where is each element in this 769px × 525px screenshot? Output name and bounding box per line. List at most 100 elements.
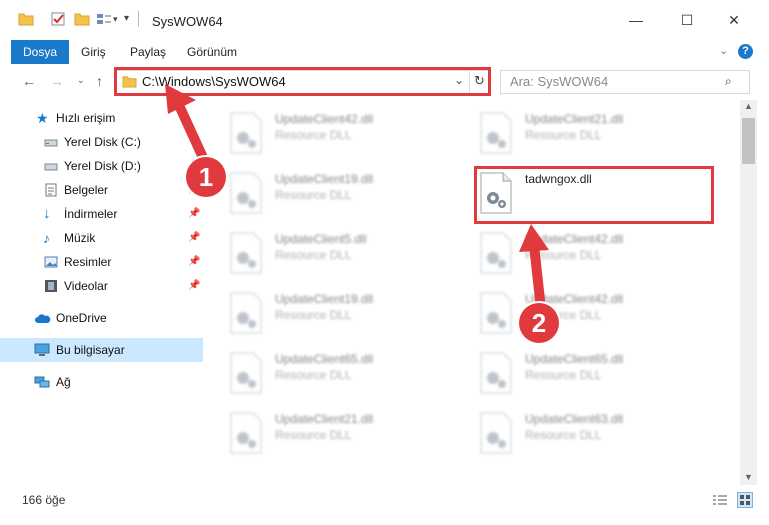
maximize-button[interactable]: ☐: [673, 6, 701, 34]
sidebar-item-documents[interactable]: Belgeler 📌: [0, 178, 203, 202]
pictures-icon: [44, 256, 58, 268]
drive-icon: [44, 139, 58, 147]
step-badge-1: 1: [186, 157, 226, 197]
tab-home[interactable]: Giriş: [81, 40, 106, 64]
file-description: Resource DLL: [525, 428, 602, 442]
close-button[interactable]: ✕: [720, 6, 748, 34]
file-description: Resource DLL: [275, 308, 352, 322]
item-count: 166 öğe: [22, 493, 66, 507]
file-description: Resource DLL: [525, 248, 602, 262]
file-item[interactable]: UpdateClient42.dll Resource DLL: [479, 230, 719, 284]
search-box[interactable]: Ara: SysWOW64 ⌕: [500, 70, 750, 94]
vertical-scrollbar[interactable]: ▲ ▼: [740, 100, 757, 485]
file-description: Resource DLL: [275, 188, 352, 202]
sidebar-item-videos[interactable]: Videolar 📌: [0, 274, 203, 298]
sidebar-item-this-pc[interactable]: Bu bilgisayar: [0, 338, 203, 362]
file-description: Resource DLL: [525, 368, 602, 382]
file-name: UpdateClient65.dll: [525, 352, 624, 366]
sidebar-item-label: Yerel Disk (D:): [64, 159, 141, 173]
computer-icon: [34, 343, 50, 356]
file-item[interactable]: UpdateClient65.dll Resource DLL: [479, 350, 719, 404]
tab-file[interactable]: Dosya: [11, 40, 70, 64]
back-button[interactable]: ←: [22, 73, 36, 89]
dll-file-icon: [230, 112, 262, 154]
file-name: UpdateClient42.dll: [275, 112, 374, 126]
up-button[interactable]: ↑: [96, 73, 103, 89]
sidebar-item-downloads[interactable]: ↓ İndirmeler 📌: [0, 202, 203, 226]
large-icons-view-icon[interactable]: [737, 492, 753, 508]
sidebar-item-label: Belgeler: [64, 183, 109, 197]
window-title: SysWOW64: [152, 14, 223, 29]
search-placeholder[interactable]: Ara: SysWOW64: [510, 74, 608, 89]
dll-file-icon: [480, 292, 512, 334]
cloud-icon: [35, 314, 51, 323]
sidebar-item-pictures[interactable]: Resimler 📌: [0, 250, 203, 274]
file-description: Resource DLL: [275, 248, 352, 262]
title-bar: ▾ ▾ SysWOW64 — ☐ ✕: [0, 0, 769, 40]
file-item[interactable]: UpdateClient21.dll Resource DLL: [479, 110, 719, 164]
dll-file-icon: [230, 352, 262, 394]
tab-view[interactable]: Görünüm: [187, 40, 237, 64]
customize-toolbar-icon[interactable]: ▾: [124, 13, 129, 24]
sidebar-item-local-disk-c[interactable]: Yerel Disk (C:): [0, 130, 203, 154]
documents-icon: [45, 183, 57, 197]
file-item[interactable]: UpdateClient65.dll Resource DLL: [229, 350, 469, 404]
scroll-up-icon[interactable]: ▲: [744, 101, 753, 111]
file-item[interactable]: UpdateClient19.dll Resource DLL: [229, 290, 469, 344]
file-item[interactable]: UpdateClient42.dll Resource DLL: [229, 110, 469, 164]
properties-icon[interactable]: [50, 12, 66, 26]
file-name: UpdateClient21.dll: [525, 112, 624, 126]
dll-file-icon: [480, 232, 512, 274]
star-icon: ★: [36, 110, 49, 126]
file-name: UpdateClient65.dll: [275, 352, 374, 366]
sidebar-item-local-disk-d[interactable]: Yerel Disk (D:): [0, 154, 203, 178]
new-folder-icon[interactable]: [74, 12, 90, 26]
sidebar-item-network[interactable]: Ağ: [0, 370, 203, 394]
sidebar-item-music[interactable]: ♪ Müzik 📌: [0, 226, 203, 250]
sidebar-item-label: OneDrive: [56, 311, 107, 325]
videos-icon: [45, 280, 57, 292]
pin-icon[interactable]: 📌: [188, 202, 200, 226]
pin-icon[interactable]: 📌: [188, 250, 200, 274]
recent-locations-icon[interactable]: ⌄: [77, 75, 85, 86]
view-options-icon[interactable]: [96, 12, 112, 26]
file-name: UpdateClient19.dll: [275, 292, 374, 306]
sidebar-item-label: Resimler: [64, 255, 112, 269]
sidebar-item-label: İndirmeler: [64, 207, 118, 221]
navigation-pane: ★ Hızlı erişim Yerel Disk (C:) Yerel Dis…: [0, 100, 205, 485]
sidebar-item-onedrive[interactable]: OneDrive: [0, 306, 203, 330]
dll-file-icon: [480, 352, 512, 394]
details-view-icon[interactable]: [712, 494, 728, 506]
dll-file-icon: [230, 292, 262, 334]
dll-file-icon: [230, 412, 262, 454]
scrollbar-thumb[interactable]: [742, 118, 755, 164]
dropdown-arrow-icon[interactable]: ▾: [113, 14, 118, 25]
help-icon[interactable]: ?: [738, 44, 753, 59]
file-item[interactable]: UpdateClient5.dll Resource DLL: [229, 230, 469, 284]
pin-icon[interactable]: 📌: [188, 226, 200, 250]
tab-share[interactable]: Paylaş: [130, 40, 166, 64]
minimize-button[interactable]: —: [622, 6, 650, 34]
file-item[interactable]: UpdateClient21.dll Resource DLL: [229, 410, 469, 464]
folder-icon: [18, 13, 34, 26]
download-icon: ↓: [43, 205, 51, 222]
dll-file-icon: [480, 412, 512, 454]
search-icon[interactable]: ⌕: [725, 74, 732, 89]
file-item[interactable]: UpdateClient42.dll Resource DLL: [479, 290, 719, 344]
file-item[interactable]: UpdateClient63.dll Resource DLL: [479, 410, 719, 464]
sidebar-item-quick-access[interactable]: ★ Hızlı erişim: [0, 106, 203, 130]
pin-icon[interactable]: 📌: [188, 274, 200, 298]
sidebar-item-label: Ağ: [56, 375, 71, 389]
file-name: UpdateClient21.dll: [275, 412, 374, 426]
collapse-ribbon-icon[interactable]: ⌄: [719, 44, 728, 57]
file-list: UpdateClient42.dll Resource DLL UpdateCl…: [205, 100, 740, 485]
file-name: UpdateClient42.dll: [525, 232, 624, 246]
scroll-down-icon[interactable]: ▼: [744, 472, 753, 482]
sidebar-item-label: Hızlı erişim: [56, 111, 116, 125]
dll-file-icon: [480, 112, 512, 154]
forward-button[interactable]: →: [50, 73, 64, 89]
file-item[interactable]: UpdateClient19.dll Resource DLL: [229, 170, 469, 224]
file-name: UpdateClient5.dll: [275, 232, 367, 246]
file-name: UpdateClient63.dll: [525, 412, 624, 426]
file-highlight-box: [474, 166, 714, 224]
